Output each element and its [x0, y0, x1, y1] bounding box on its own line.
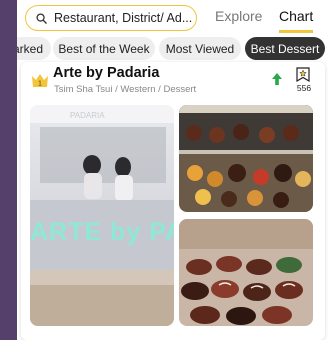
tab-chart[interactable]: Chart [279, 8, 314, 33]
chip-best-dessert[interactable]: Best Dessert [245, 37, 325, 60]
pastry-display-photo[interactable] [179, 105, 313, 212]
filter-chips: arked Best of the Week Most Viewed Best … [17, 37, 329, 61]
trend-up-icon [272, 73, 282, 85]
top-bar: Restaurant, District/ Ad... Explore Char… [17, 0, 329, 36]
chip-bookmarked[interactable]: arked [17, 37, 51, 60]
app-screen: Restaurant, District/ Ad... Explore Char… [17, 0, 329, 340]
active-tab-indicator [279, 30, 314, 33]
search-placeholder: Restaurant, District/ Ad... [54, 11, 193, 25]
bookmark-icon[interactable] [296, 67, 310, 82]
neon-sign-text: ARTE by PADAR [30, 218, 174, 246]
cookies-photo[interactable] [179, 219, 313, 326]
store-sign-text: PADARIA [70, 111, 105, 120]
chip-best-of-the-week[interactable]: Best of the Week [53, 37, 155, 60]
chip-best-of-the-week-label: Best of the Week [58, 41, 150, 56]
chip-best-dessert-label: Best Dessert [250, 41, 320, 56]
chip-bookmarked-label: arked [17, 41, 43, 56]
bookmark-count: 556 [296, 83, 312, 93]
crown-rank-icon: 1 [32, 74, 48, 88]
restaurant-location: Tsim Sha Tsui / Western / Dessert [54, 84, 197, 95]
restaurant-name[interactable]: Arte by Padaria [53, 65, 159, 81]
chip-most-viewed-label: Most Viewed [165, 41, 235, 56]
restaurant-card[interactable]: 1 Arte by Padaria Tsim Sha Tsui / Wester… [21, 62, 325, 340]
tab-chart-label: Chart [279, 8, 314, 24]
search-input[interactable]: Restaurant, District/ Ad... [25, 5, 197, 31]
search-icon [36, 12, 47, 24]
storefront-photo[interactable]: PADARIA ARTE by PADAR [30, 105, 174, 326]
tab-explore[interactable]: Explore [215, 8, 262, 24]
chip-most-viewed[interactable]: Most Viewed [159, 37, 241, 60]
rank-number: 1 [38, 81, 42, 88]
